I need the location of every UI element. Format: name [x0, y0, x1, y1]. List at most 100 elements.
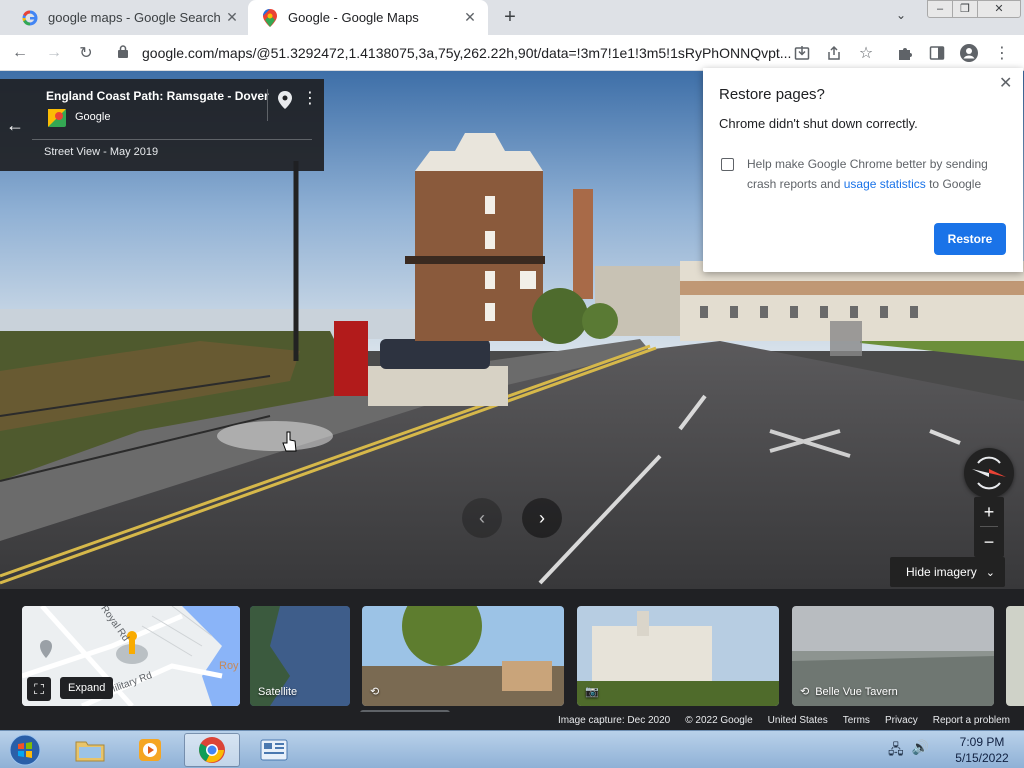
mini-map — [22, 606, 240, 706]
360-icon: ⟲ — [800, 686, 810, 698]
back-arrow-icon[interactable]: ← — [6, 115, 24, 136]
minimize-button[interactable]: – — [927, 0, 953, 18]
thumbnail-label: Satellite — [258, 686, 297, 698]
copyright-text: © 2022 Google — [685, 715, 753, 726]
more-options-icon[interactable]: ⋮ — [302, 91, 318, 107]
share-icon[interactable] — [822, 41, 846, 65]
taskbar-media-player[interactable] — [122, 733, 178, 767]
dialog-title: Restore pages? — [719, 86, 825, 103]
checkbox-label: Help make Google Chrome better by sendin… — [747, 154, 1007, 194]
side-panel-icon[interactable] — [925, 41, 949, 65]
control-panel-icon — [260, 739, 288, 761]
previous-arrow-icon[interactable]: ‹ — [462, 498, 502, 538]
google-maps-icon — [262, 8, 278, 27]
camera-icon: 📷 — [585, 686, 599, 698]
clock-time: 7:09 PM — [959, 735, 1005, 749]
region-link[interactable]: United States — [768, 715, 828, 726]
extensions-puzzle-icon[interactable] — [893, 41, 917, 65]
start-button[interactable] — [4, 732, 46, 768]
google-maps-logo-icon — [48, 109, 66, 127]
media-player-icon — [139, 739, 161, 761]
taskbar-control-panel[interactable] — [246, 733, 302, 767]
restore-button[interactable]: Restore — [934, 223, 1006, 255]
network-icon[interactable]: 🖧 — [888, 739, 904, 763]
hand-cursor-icon — [282, 431, 297, 452]
profile-avatar-icon[interactable] — [957, 41, 981, 65]
close-icon[interactable]: ✕ — [462, 9, 478, 26]
tab-google-search[interactable]: google maps - Google Search ✕ — [8, 0, 250, 35]
thumbnail-label: 📷 — [585, 685, 605, 698]
hide-imagery-button[interactable]: Hide imagery ⌄ — [890, 557, 1005, 587]
360-icon: ⟲ — [370, 686, 380, 698]
photo-image — [362, 606, 564, 706]
tab-search-chevron-icon[interactable]: ⌄ — [896, 8, 906, 22]
provider-label: Google — [75, 111, 111, 123]
privacy-link[interactable]: Privacy — [885, 715, 918, 726]
usage-statistics-link[interactable]: usage statistics — [844, 177, 926, 191]
divider — [267, 89, 268, 121]
crash-report-checkbox[interactable] — [721, 158, 734, 171]
belle-vue-tavern-label: Belle Vue Tavern — [815, 685, 898, 698]
next-arrow-icon[interactable]: › — [522, 498, 562, 538]
thumbnail-label: ⟲ Belle Vue Tavern — [800, 685, 898, 699]
report-problem-link[interactable]: Report a problem — [933, 715, 1010, 726]
google-g-icon — [22, 9, 38, 26]
bookmark-star-icon[interactable]: ☆ — [854, 41, 878, 65]
browser-toolbar: ← → ↻ google.com/maps/@51.3292472,1.4138… — [0, 35, 1024, 71]
system-tray: 🖧 🔊 — [888, 739, 929, 763]
belle-vue-tavern-thumbnail[interactable]: ⟲ Belle Vue Tavern — [792, 606, 994, 706]
install-icon[interactable] — [790, 41, 814, 65]
maps-footer: Image capture: Dec 2020 © 2022 Google Un… — [0, 712, 1024, 730]
close-window-button[interactable]: ✕ — [977, 0, 1021, 18]
photo-image — [577, 606, 779, 706]
dialog-message: Chrome didn't shut down correctly. — [719, 116, 918, 131]
tab-strip: google maps - Google Search ✕ Google - G… — [0, 0, 1024, 35]
volume-icon[interactable]: 🔊 — [912, 739, 929, 763]
zoom-out-button[interactable]: − — [974, 527, 1004, 557]
close-icon[interactable]: ✕ — [999, 73, 1012, 93]
thumbnail-label: ⟲ — [370, 685, 385, 698]
zoom-in-button[interactable]: + — [974, 497, 1004, 527]
close-icon[interactable]: ✕ — [224, 9, 240, 26]
capture-date: Street View - May 2019 — [44, 146, 159, 158]
road-label: Roy — [219, 660, 239, 672]
image-capture-date: Image capture: Dec 2020 — [557, 715, 671, 726]
satellite-thumbnail[interactable]: Satellite — [250, 606, 350, 706]
chrome-icon — [199, 737, 225, 763]
lock-icon — [118, 45, 132, 61]
photo-thumbnail[interactable]: 📷 — [577, 606, 779, 706]
reload-icon[interactable]: ↻ — [74, 41, 98, 65]
windows-logo-icon — [9, 734, 41, 766]
tab-title: Google - Google Maps — [288, 10, 419, 25]
expand-tooltip: Expand — [60, 677, 114, 699]
hide-imagery-label: Hide imagery — [906, 565, 977, 579]
tab-google-maps[interactable]: Google - Google Maps ✕ — [248, 0, 488, 35]
zoom-control: + − — [974, 497, 1004, 557]
chevron-down-icon: ⌄ — [985, 566, 995, 579]
mini-map-thumbnail[interactable]: Royal Rd Military Rd Roy — [22, 606, 240, 706]
expand-icon[interactable]: ⛶ — [27, 677, 51, 701]
back-arrow-icon[interactable]: ← — [8, 41, 32, 65]
url-text: google.com/maps/@51.3292472,1.4138075,3a… — [142, 45, 792, 61]
map-pin-icon[interactable] — [278, 91, 292, 109]
restore-pages-dialog: Restore pages? ✕ Chrome didn't shut down… — [703, 68, 1023, 272]
photo-thumbnail[interactable] — [1006, 606, 1024, 706]
terms-link[interactable]: Terms — [843, 715, 870, 726]
taskbar-chrome[interactable] — [184, 733, 240, 767]
restore-window-button[interactable]: ❐ — [952, 0, 978, 18]
divider — [32, 139, 312, 140]
divider — [980, 526, 998, 527]
windows-taskbar: 🖧 🔊 7:09 PM 5/15/2022 — [0, 730, 1024, 768]
compass-icon[interactable] — [964, 448, 1014, 498]
folder-icon — [75, 741, 105, 762]
chrome-menu-icon[interactable]: ⋮ — [990, 41, 1014, 65]
taskbar-explorer[interactable] — [62, 733, 118, 767]
photo-thumbnail[interactable]: ⟲ — [362, 606, 564, 706]
location-title: England Coast Path: Ramsgate - Dover — [46, 89, 269, 103]
checkbox-text-end: to Google — [925, 177, 982, 191]
location-info-card: ← England Coast Path: Ramsgate - Dover G… — [0, 79, 324, 171]
taskbar-clock[interactable]: 7:09 PM 5/15/2022 — [944, 734, 1020, 766]
forward-arrow-icon[interactable]: → — [42, 41, 66, 65]
new-tab-button[interactable]: + — [498, 6, 522, 30]
address-bar[interactable]: google.com/maps/@51.3292472,1.4138075,3a… — [108, 39, 888, 67]
